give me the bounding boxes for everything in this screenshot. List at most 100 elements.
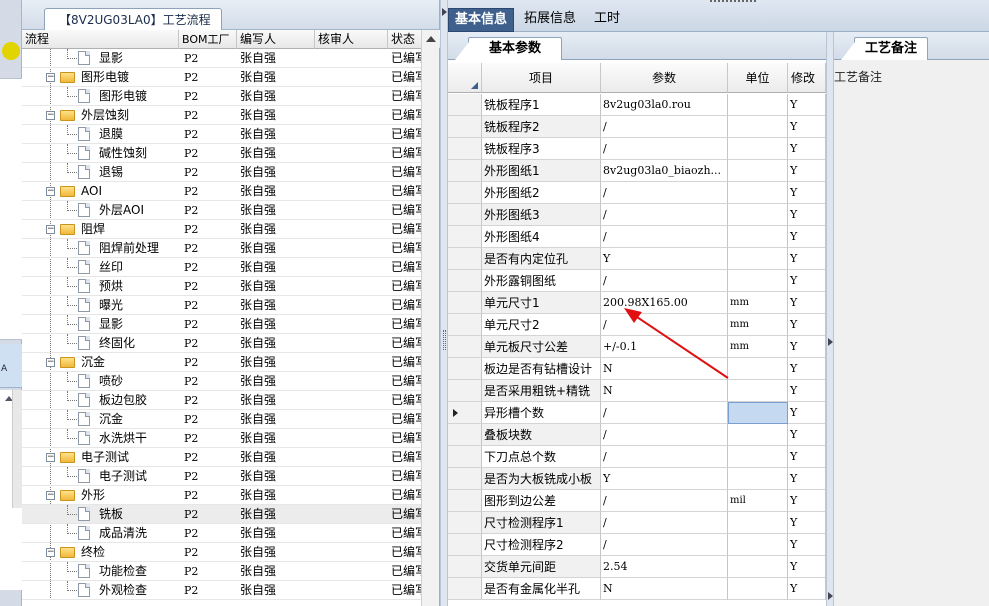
param-modify-cell[interactable]: Y xyxy=(788,578,826,600)
param-value-cell[interactable]: 2.54 xyxy=(601,556,728,578)
param-modify-cell[interactable]: Y xyxy=(788,358,826,380)
param-row[interactable]: 外形图纸1 8v2ug03la0_biaozh... Y xyxy=(448,160,826,182)
param-unit-cell[interactable] xyxy=(728,446,788,468)
col-header-bom-factory[interactable]: BOM工厂 xyxy=(179,30,237,49)
row-header[interactable] xyxy=(448,160,482,182)
tree-row[interactable]: 沉金 P2 张自强 已编写 xyxy=(22,410,422,429)
param-modify-cell[interactable]: Y xyxy=(788,94,826,116)
param-unit-cell[interactable]: mil xyxy=(728,490,788,512)
param-modify-cell[interactable]: Y xyxy=(788,138,826,160)
row-header[interactable] xyxy=(448,292,482,314)
param-unit-cell[interactable] xyxy=(728,556,788,578)
param-unit-cell[interactable] xyxy=(728,534,788,556)
param-row[interactable]: 铣板程序1 8v2ug03la0.rou Y xyxy=(448,94,826,116)
param-row[interactable]: 是否为大板铣成小板 Y Y xyxy=(448,468,826,490)
param-row[interactable]: 尺寸检测程序2/ Y xyxy=(448,534,826,556)
grid-corner[interactable] xyxy=(448,63,482,93)
param-unit-cell[interactable]: mm xyxy=(728,314,788,336)
param-value-cell[interactable]: / xyxy=(601,116,728,138)
tree-row[interactable]: − AOI P2 张自强 已编写 xyxy=(22,182,422,201)
param-value-cell[interactable]: / xyxy=(601,270,728,292)
tree-row[interactable]: 电子测试 P2 张自强 已编写 xyxy=(22,467,422,486)
param-value-cell[interactable]: / xyxy=(601,138,728,160)
current-row-indicator-icon[interactable] xyxy=(448,402,482,424)
tree-row[interactable]: 水洗烘干 P2 张自强 已编写 xyxy=(22,429,422,448)
tree-row[interactable]: 曝光 P2 张自强 已编写 xyxy=(22,296,422,315)
tree-row[interactable]: 终固化 P2 张自强 已编写 xyxy=(22,334,422,353)
param-row[interactable]: 异形槽个数 / Y xyxy=(448,402,826,424)
param-value-cell[interactable]: / xyxy=(601,424,728,446)
param-row[interactable]: 外形图纸2/ Y xyxy=(448,182,826,204)
param-modify-cell[interactable]: Y xyxy=(788,534,826,556)
param-modify-cell[interactable]: Y xyxy=(788,248,826,270)
param-unit-cell[interactable] xyxy=(728,424,788,446)
param-modify-cell[interactable]: Y xyxy=(788,556,826,578)
tab-basic-params[interactable]: 基本参数 xyxy=(455,37,562,60)
tree-row[interactable]: 图形电镀 P2 张自强 已编写 xyxy=(22,87,422,106)
param-unit-cell[interactable] xyxy=(728,226,788,248)
row-header[interactable] xyxy=(448,336,482,358)
tree-row[interactable]: 阻焊前处理 P2 张自强 已编写 xyxy=(22,239,422,258)
row-header[interactable] xyxy=(448,226,482,248)
collapse-toggle-icon[interactable]: − xyxy=(46,73,55,82)
param-value-cell[interactable]: / xyxy=(601,534,728,556)
param-value-cell[interactable]: / xyxy=(601,402,728,424)
tree-row[interactable]: 外层AOI P2 张自强 已编写 xyxy=(22,201,422,220)
collapse-arrow-icon[interactable] xyxy=(828,338,833,346)
param-modify-cell[interactable]: Y xyxy=(788,182,826,204)
tab-basic-info[interactable]: 基本信息 xyxy=(448,8,515,32)
left-scrollbar[interactable] xyxy=(12,390,22,508)
param-modify-cell[interactable]: Y xyxy=(788,292,826,314)
param-unit-cell[interactable] xyxy=(728,512,788,534)
param-unit-cell[interactable] xyxy=(728,270,788,292)
row-header[interactable] xyxy=(448,138,482,160)
param-row[interactable]: 下刀点总个数 / Y xyxy=(448,446,826,468)
row-header[interactable] xyxy=(448,446,482,468)
param-modify-cell[interactable]: Y xyxy=(788,160,826,182)
col-header-reviewer[interactable]: 核审人 xyxy=(315,30,388,49)
param-unit-cell[interactable] xyxy=(728,248,788,270)
col-header-modify[interactable]: 修改 xyxy=(788,63,826,93)
tab-work-hours[interactable]: 工时 xyxy=(588,8,626,32)
param-modify-cell[interactable]: Y xyxy=(788,424,826,446)
tree-row[interactable]: − 电子测试 P2 张自强 已编写 xyxy=(22,448,422,467)
collapse-toggle-icon[interactable]: − xyxy=(46,225,55,234)
tree-row[interactable]: 退膜 P2 张自强 已编写 xyxy=(22,125,422,144)
collapse-arrow-icon[interactable] xyxy=(442,8,447,16)
param-modify-cell[interactable]: Y xyxy=(788,204,826,226)
collapse-toggle-icon[interactable]: − xyxy=(46,491,55,500)
scroll-up-arrow-icon[interactable] xyxy=(426,36,436,42)
param-unit-cell[interactable] xyxy=(728,402,788,424)
param-value-cell[interactable]: Y xyxy=(601,468,728,490)
col-header-flow[interactable]: 流程 xyxy=(22,30,179,49)
param-modify-cell[interactable]: Y xyxy=(788,380,826,402)
param-row[interactable]: 叠板块数 / Y xyxy=(448,424,826,446)
col-header-status[interactable]: 状态 xyxy=(388,30,422,49)
param-value-cell[interactable]: N xyxy=(601,578,728,600)
row-header[interactable] xyxy=(448,314,482,336)
collapse-toggle-icon[interactable]: − xyxy=(46,187,55,196)
param-modify-cell[interactable]: Y xyxy=(788,336,826,358)
param-unit-cell[interactable] xyxy=(728,94,788,116)
tree-row[interactable]: 丝印 P2 张自强 已编写 xyxy=(22,258,422,277)
collapse-toggle-icon[interactable]: − xyxy=(46,111,55,120)
param-value-cell[interactable]: / xyxy=(601,226,728,248)
param-unit-cell[interactable] xyxy=(728,160,788,182)
param-value-cell[interactable]: / xyxy=(601,446,728,468)
tree-row[interactable]: 显影 P2 张自强 已编写 xyxy=(22,315,422,334)
tab-process-flow[interactable]: 【8V2UG03LA0】工艺流程 xyxy=(44,8,222,30)
tree-row[interactable]: − 外层蚀刻 P2 张自强 已编写 xyxy=(22,106,422,125)
param-unit-cell[interactable] xyxy=(728,578,788,600)
tree-row[interactable]: 喷砂 P2 张自强 已编写 xyxy=(22,372,422,391)
param-row[interactable]: 图形到边公差 / mil Y xyxy=(448,490,826,512)
param-row[interactable]: 是否有内定位孔 Y Y xyxy=(448,248,826,270)
param-value-cell[interactable]: / xyxy=(601,204,728,226)
tree-row[interactable]: − 阻焊 P2 张自强 已编写 xyxy=(22,220,422,239)
param-modify-cell[interactable]: Y xyxy=(788,468,826,490)
collapse-toggle-icon[interactable]: − xyxy=(46,548,55,557)
splitter-grip[interactable] xyxy=(443,330,446,350)
param-modify-cell[interactable]: Y xyxy=(788,314,826,336)
param-value-cell[interactable]: Y xyxy=(601,248,728,270)
param-unit-cell[interactable]: mm xyxy=(728,336,788,358)
param-value-cell[interactable]: / xyxy=(601,490,728,512)
